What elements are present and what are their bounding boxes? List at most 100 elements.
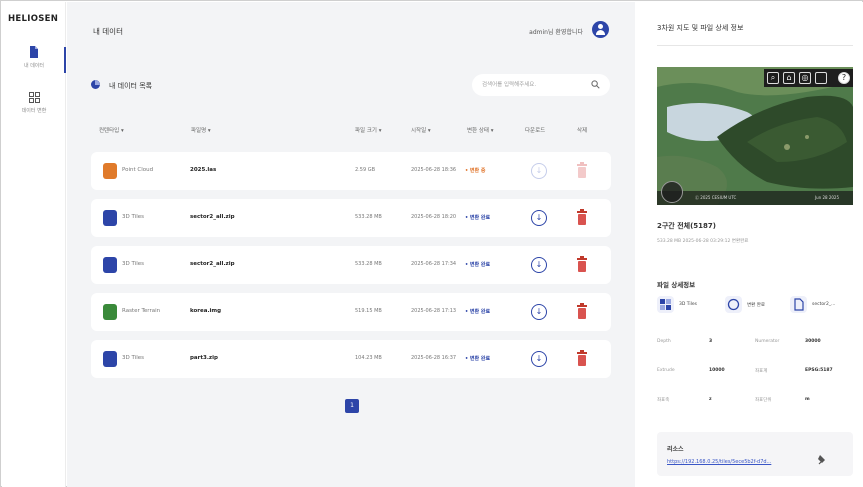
table-row[interactable]: 3D Tiles sector2_all.zip 533.28 MB 2025-… [91, 246, 611, 284]
download-icon[interactable] [531, 210, 547, 226]
3d-map-viewer[interactable]: ⌕ ⌂ ◎ ? Ⓒ 2025 CESIUM UTC Jun 28 2025 [657, 67, 853, 205]
map-footer: Ⓒ 2025 CESIUM UTC Jun 28 2025 [657, 191, 853, 205]
grid-icon [28, 92, 40, 103]
search-icon[interactable]: ⌕ [767, 72, 779, 84]
row-size: 519.15 MB [355, 308, 382, 314]
app-window: HELIOSEN 내 데이터 데이터 변환 내 데이터 admin님 환영합니다 [0, 0, 863, 487]
chip-label: 3D Tiles [679, 302, 697, 307]
trash-icon[interactable] [576, 209, 588, 226]
row-date: 2025-06-28 18:20 [411, 214, 457, 220]
resource-link[interactable]: https://192.168.0.25/tiles/5ece5b2f-d7d.… [667, 459, 807, 465]
column-header-date[interactable]: 시작일 ▾ [411, 126, 431, 134]
list-title: 내 데이터 목록 [109, 82, 153, 90]
field-label: Extrude [657, 368, 675, 373]
table-row[interactable]: 3D Tiles part3.zip 104.23 MB 2025-06-28 … [91, 340, 611, 378]
panel-title: 3차원 지도 및 파일 상세 정보 [657, 24, 744, 32]
divider [657, 45, 853, 46]
help-icon[interactable]: ? [838, 72, 850, 84]
row-type: Raster Terrain [122, 308, 161, 314]
row-date: 2025-06-28 17:34 [411, 261, 457, 267]
row-type: 3D Tiles [122, 261, 144, 267]
download-icon[interactable] [531, 257, 547, 273]
user-greeting: admin님 환영합니다 [529, 29, 583, 36]
page-title: 내 데이터 [93, 27, 123, 36]
row-date: 2025-06-28 18:36 [411, 167, 457, 173]
globe-icon[interactable]: ◎ [799, 72, 811, 84]
row-size: 2.59 GB [355, 167, 376, 173]
layers-icon[interactable] [815, 72, 827, 84]
main-content: 내 데이터 admin님 환영합니다 내 데이터 목록 컨텐타입 ▾ 파일명 ▾… [67, 2, 635, 487]
table-row[interactable]: Raster Terrain korea.img 519.15 MB 2025-… [91, 293, 611, 331]
field-value: 30000 [805, 339, 821, 344]
row-filename: sector2_all.zip [190, 214, 235, 220]
field-label: Depth [657, 339, 671, 344]
sidebar-item-data-convert[interactable]: 데이터 변환 [2, 92, 66, 114]
field-value: m [805, 397, 810, 402]
row-status: • 변환 완료 [465, 262, 491, 268]
field-value: EPSG:5187 [805, 368, 833, 373]
column-header-filename[interactable]: 파일명 ▾ [191, 126, 211, 134]
row-type: Point Cloud [122, 167, 154, 173]
resource-label: 리소스 [667, 446, 684, 453]
resource-box: 리소스 https://192.168.0.25/tiles/5ece5b2f-… [657, 432, 853, 476]
chip-label: sector2_... [812, 302, 836, 307]
compass-icon[interactable] [661, 181, 683, 203]
trash-icon[interactable] [576, 350, 588, 367]
table-row[interactable]: Point Cloud 2025.las 2.59 GB 2025-06-28 … [91, 152, 611, 190]
trash-icon [577, 162, 587, 178]
sidebar-active-indicator [64, 47, 66, 73]
document-icon [30, 46, 38, 58]
column-header-size[interactable]: 파일 크기 ▾ [355, 126, 382, 134]
map-date: Jun 28 2025 [814, 195, 839, 200]
row-filename: part3.zip [190, 355, 218, 361]
pagination-page-1[interactable]: 1 [345, 399, 359, 413]
file-icon [790, 296, 807, 313]
circle-icon [725, 296, 742, 313]
search-icon[interactable] [591, 80, 600, 89]
user-avatar-icon[interactable] [592, 21, 609, 38]
map-credit: Ⓒ 2025 CESIUM UTC [695, 195, 737, 200]
home-icon[interactable]: ⌂ [783, 72, 795, 84]
table-row[interactable]: 3D Tiles sector2_all.zip 533.28 MB 2025-… [91, 199, 611, 237]
field-label: 좌표계 [755, 369, 768, 374]
point-cloud-icon [103, 163, 117, 179]
row-date: 2025-06-28 17:13 [411, 308, 457, 314]
row-type: 3D Tiles [122, 214, 144, 220]
row-size: 104.23 MB [355, 355, 382, 361]
column-header-status[interactable]: 변환 상태 ▾ [467, 126, 494, 134]
sidebar-item-label: 데이터 변환 [21, 108, 47, 114]
trash-icon[interactable] [576, 303, 588, 320]
row-status: • 변환 완료 [465, 309, 491, 315]
row-filename: korea.img [190, 308, 222, 314]
pie-chart-icon [91, 80, 100, 89]
selected-file-meta: 533.28 MB 2025-06-28 03:29:12 변환완료 [657, 239, 749, 244]
column-header-type[interactable]: 컨텐타입 ▾ [99, 126, 124, 134]
3d-tiles-icon [103, 210, 117, 226]
sidebar-item-my-data[interactable]: 내 데이터 [2, 46, 66, 69]
row-size: 533.28 MB [355, 214, 382, 220]
row-filename: 2025.las [190, 167, 217, 173]
row-status: • 변환 중 [465, 168, 486, 174]
detail-section-title: 파일 상세정보 [657, 281, 696, 289]
sidebar-item-label: 내 데이터 [24, 63, 44, 69]
row-status: • 변환 완료 [465, 215, 491, 221]
row-status: • 변환 완료 [465, 356, 491, 362]
detail-panel: 3차원 지도 및 파일 상세 정보 ⌕ ⌂ ◎ ? Ⓒ 2025 CESIUM … [635, 2, 863, 487]
selected-file-name: 2구간 전체(5187) [657, 222, 716, 230]
column-header-download: 다운로드 [525, 128, 546, 134]
search-input[interactable] [482, 78, 582, 92]
trash-icon[interactable] [576, 256, 588, 273]
3d-tiles-icon [103, 351, 117, 367]
field-label: 좌표축 [657, 398, 670, 403]
tiles-icon [657, 296, 674, 313]
map-toolbar: ⌕ ⌂ ◎ ? [764, 69, 853, 87]
download-icon[interactable] [531, 351, 547, 367]
download-icon[interactable] [531, 304, 547, 320]
row-size: 533.28 MB [355, 261, 382, 267]
search-box [472, 74, 610, 96]
app-logo: HELIOSEN [8, 14, 59, 24]
3d-tiles-icon [103, 257, 117, 273]
field-value: 3 [709, 339, 713, 344]
copy-link-icon[interactable] [817, 454, 827, 466]
field-label: Numerator [755, 339, 780, 344]
